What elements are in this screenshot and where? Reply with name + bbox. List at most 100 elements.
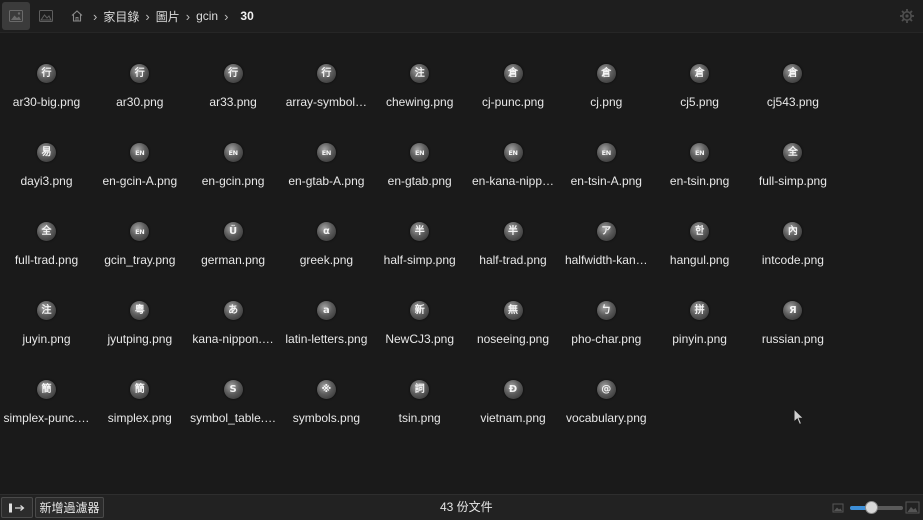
file-thumbnail-glyph: 拼: [694, 304, 705, 316]
file-item[interactable]: Ügerman.png: [187, 222, 280, 301]
image-thumbnail-icon: ㄅ: [596, 301, 616, 320]
image-thumbnail-icon: 倉: [596, 64, 616, 83]
file-name-label: jyutping.png: [107, 332, 173, 346]
file-thumbnail-glyph: Я: [789, 304, 797, 316]
image-thumbnail-icon: EN: [690, 143, 710, 162]
image-thumbnail-icon: 倉: [503, 64, 523, 83]
image-thumbnail-icon: EN: [503, 143, 523, 162]
file-item[interactable]: @ vocabulary.png: [560, 380, 653, 459]
file-item[interactable]: EN en-tsin.png: [653, 143, 746, 222]
file-name-label: en-gtab.png: [387, 174, 452, 188]
image-thumbnail-icon: α: [316, 222, 336, 241]
file-item[interactable]: 倉 cj543.png: [746, 64, 839, 143]
file-thumbnail-glyph: Ü: [229, 225, 238, 237]
file-item[interactable]: 注 juyin.png: [0, 301, 93, 380]
file-name-label: hangul.png: [669, 253, 730, 267]
image-thumbnail-icon: 無: [503, 301, 523, 320]
file-item[interactable]: a latin-letters.png: [280, 301, 373, 380]
file-item[interactable]: EN en-gcin-A.png: [93, 143, 186, 222]
file-item[interactable]: 簡 simplex.png: [93, 380, 186, 459]
file-item[interactable]: ア halfwidth-kan…: [560, 222, 653, 301]
file-name-label: ar30-big.png: [12, 95, 81, 109]
file-thumbnail-glyph: 全: [41, 225, 52, 237]
file-item[interactable]: 簡 simplex-punc.…: [0, 380, 93, 459]
file-thumbnail-glyph: ㄅ: [601, 304, 612, 316]
file-item[interactable]: 粵 jyutping.png: [93, 301, 186, 380]
gallery-view-button[interactable]: [2, 2, 30, 30]
sidebar-toggle-button[interactable]: [1, 497, 33, 518]
settings-icon[interactable]: [899, 8, 915, 24]
file-thumbnail-glyph: 行: [228, 67, 239, 79]
breadcrumb-separator: ›: [93, 8, 98, 24]
file-item[interactable]: ㄅ pho-char.png: [560, 301, 653, 380]
file-thumbnail-glyph: 半: [414, 225, 425, 237]
file-name-label: halfwidth-kan…: [564, 253, 648, 267]
add-filter-button[interactable]: 新增過濾器: [35, 497, 104, 518]
file-item[interactable]: 半 half-simp.png: [373, 222, 466, 301]
file-item[interactable]: EN en-gtab.png: [373, 143, 466, 222]
file-item[interactable]: 全 full-simp.png: [746, 143, 839, 222]
file-item[interactable]: 詞 tsin.png: [373, 380, 466, 459]
file-item[interactable]: Яrussian.png: [746, 301, 839, 380]
file-item[interactable]: 新 NewCJ3.png: [373, 301, 466, 380]
file-item[interactable]: あ kana-nippon.…: [187, 301, 280, 380]
image-thumbnail-icon: ア: [596, 222, 616, 241]
breadcrumb-separator: ›: [145, 8, 150, 24]
file-item[interactable]: 行 ar33.png: [187, 64, 280, 143]
gallery-view-icon: [9, 10, 23, 22]
file-item[interactable]: 倉 cj-punc.png: [467, 64, 560, 143]
breadcrumb-item-pictures[interactable]: 圖片: [156, 8, 180, 25]
file-item[interactable]: Ssymbol_table.…: [187, 380, 280, 459]
image-thumbnail-icon: 簡: [130, 380, 150, 399]
file-item[interactable]: ※ symbols.png: [280, 380, 373, 459]
file-item[interactable]: EN gcin_tray.png: [93, 222, 186, 301]
file-item[interactable]: 倉 cj.png: [560, 64, 653, 143]
breadcrumb-item-home-folder[interactable]: 家目錄: [103, 8, 139, 25]
file-item[interactable]: 한 hangul.png: [653, 222, 746, 301]
file-item[interactable]: 無 noseeing.png: [467, 301, 560, 380]
file-item[interactable]: EN en-gcin.png: [187, 143, 280, 222]
file-item[interactable]: 行 array-symbol…: [280, 64, 373, 143]
image-thumbnail-icon: EN: [410, 143, 430, 162]
zoom-slider-handle[interactable]: [865, 501, 879, 514]
file-item[interactable]: EN en-tsin-A.png: [560, 143, 653, 222]
file-name-label: full-trad.png: [14, 253, 79, 267]
file-item[interactable]: 內 intcode.png: [746, 222, 839, 301]
file-thumbnail-glyph: EN: [135, 227, 145, 236]
file-item[interactable]: α greek.png: [280, 222, 373, 301]
file-thumbnail-glyph: EN: [694, 148, 705, 157]
image-thumbnail-icon: 한: [690, 222, 710, 241]
file-item[interactable]: 全 full-trad.png: [0, 222, 93, 301]
file-thumbnail-glyph: a: [323, 304, 330, 316]
file-name-label: german.png: [201, 253, 266, 267]
file-item[interactable]: 注 chewing.png: [373, 64, 466, 143]
file-item[interactable]: Đvietnam.png: [467, 380, 560, 459]
file-thumbnail-glyph: 行: [41, 67, 52, 79]
file-name-label: NewCJ3.png: [385, 332, 455, 346]
file-item[interactable]: 拼 pinyin.png: [653, 301, 746, 380]
file-thumbnail-glyph: 全: [787, 146, 798, 158]
file-item[interactable]: 半 half-trad.png: [467, 222, 560, 301]
breadcrumb-item-current[interactable]: 30: [240, 9, 253, 23]
file-name-label: en-kana-nipp…: [471, 174, 555, 188]
breadcrumb-item-gcin[interactable]: gcin: [196, 9, 218, 23]
image-view-button[interactable]: [32, 2, 60, 30]
file-name-label: vocabulary.png: [566, 411, 647, 425]
file-item[interactable]: 倉 cj5.png: [653, 64, 746, 143]
zoom-slider[interactable]: [850, 501, 903, 514]
file-item[interactable]: EN en-gtab-A.png: [280, 143, 373, 222]
breadcrumb-home[interactable]: [69, 8, 85, 24]
image-thumbnail-icon: 行: [223, 64, 243, 83]
file-item[interactable]: 行 ar30.png: [93, 64, 186, 143]
file-thumbnail-glyph: 倉: [601, 67, 612, 79]
file-name-label: noseeing.png: [476, 332, 550, 346]
image-small-icon[interactable]: [832, 502, 844, 514]
file-thumbnail-glyph: 詞: [414, 383, 425, 395]
file-item[interactable]: 易 dayi3.png: [0, 143, 93, 222]
image-large-icon[interactable]: [905, 500, 920, 515]
file-item[interactable]: 行 ar30-big.png: [0, 64, 93, 143]
file-view[interactable]: 行 ar30-big.png 行 ar30.png 行 ar33.png 行 array-sy…: [0, 33, 923, 494]
file-thumbnail-glyph: EN: [415, 148, 425, 157]
file-item[interactable]: EN en-kana-nipp…: [467, 143, 560, 222]
image-thumbnail-icon: 行: [37, 64, 56, 83]
